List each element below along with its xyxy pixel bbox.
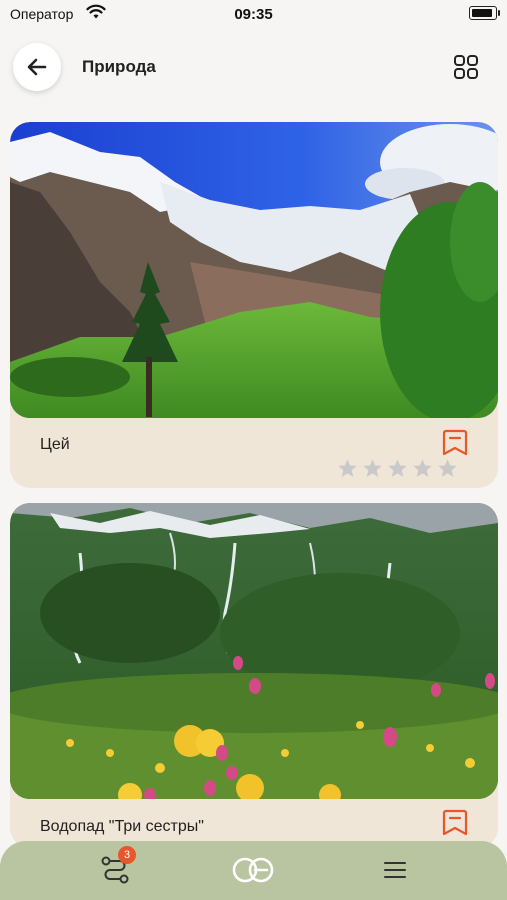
back-button[interactable] [13,43,61,91]
star-icon[interactable] [362,458,383,479]
star-icon[interactable] [387,458,408,479]
rating-stars [337,458,458,479]
place-card[interactable]: Водопад "Три сестры" [10,503,498,848]
card-image [10,503,498,799]
app-logo-icon[interactable] [229,854,277,886]
star-icon[interactable] [337,458,358,479]
bookmark-icon[interactable] [442,428,468,456]
star-icon[interactable] [412,458,433,479]
place-card[interactable]: Цей [10,122,498,488]
card-title: Водопад "Три сестры" [40,818,204,835]
bottom-tab-bar: 3 [0,841,507,900]
arrow-left-icon [27,58,47,76]
page-title: Природа [82,57,156,76]
bookmark-icon[interactable] [442,808,468,836]
route-count-badge: 3 [118,846,136,864]
clock: 09:35 [234,6,273,23]
battery-icon [469,6,500,20]
card-title: Цей [40,436,70,453]
header: Природа [0,40,507,96]
card-image [10,122,498,418]
star-icon[interactable] [437,458,458,479]
menu-icon[interactable] [383,859,407,881]
grid-view-icon[interactable] [453,54,479,80]
status-bar: Оператор 09:35 [0,0,507,30]
